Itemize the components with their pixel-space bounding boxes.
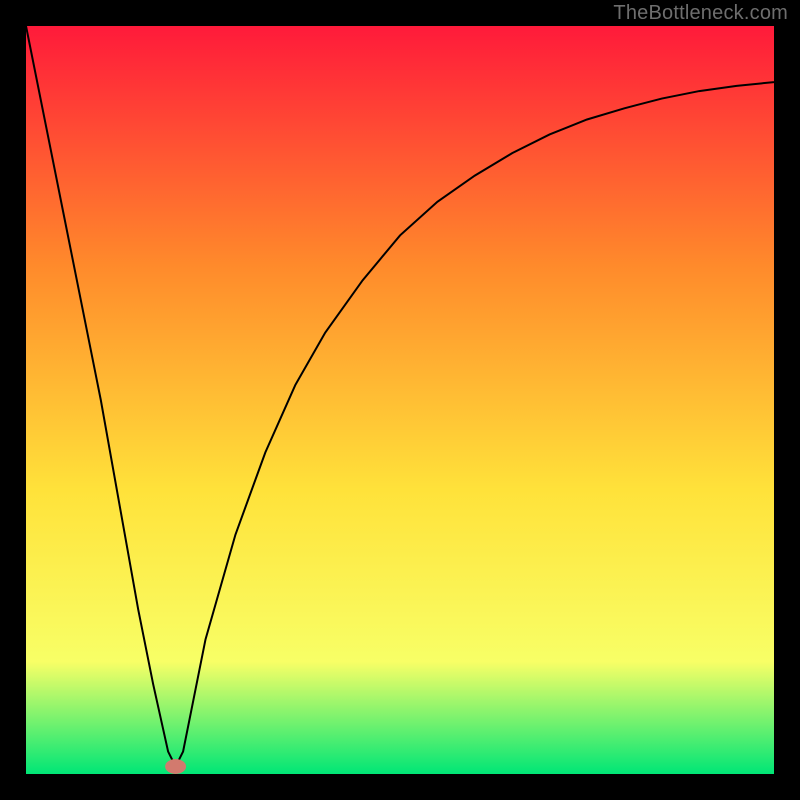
optimal-point-marker [165, 759, 186, 774]
watermark-text: TheBottleneck.com [613, 2, 788, 25]
chart-frame: TheBottleneck.com [0, 0, 800, 800]
gradient-background [26, 26, 774, 774]
gradient-chart [26, 26, 774, 774]
plot-area [26, 26, 774, 774]
